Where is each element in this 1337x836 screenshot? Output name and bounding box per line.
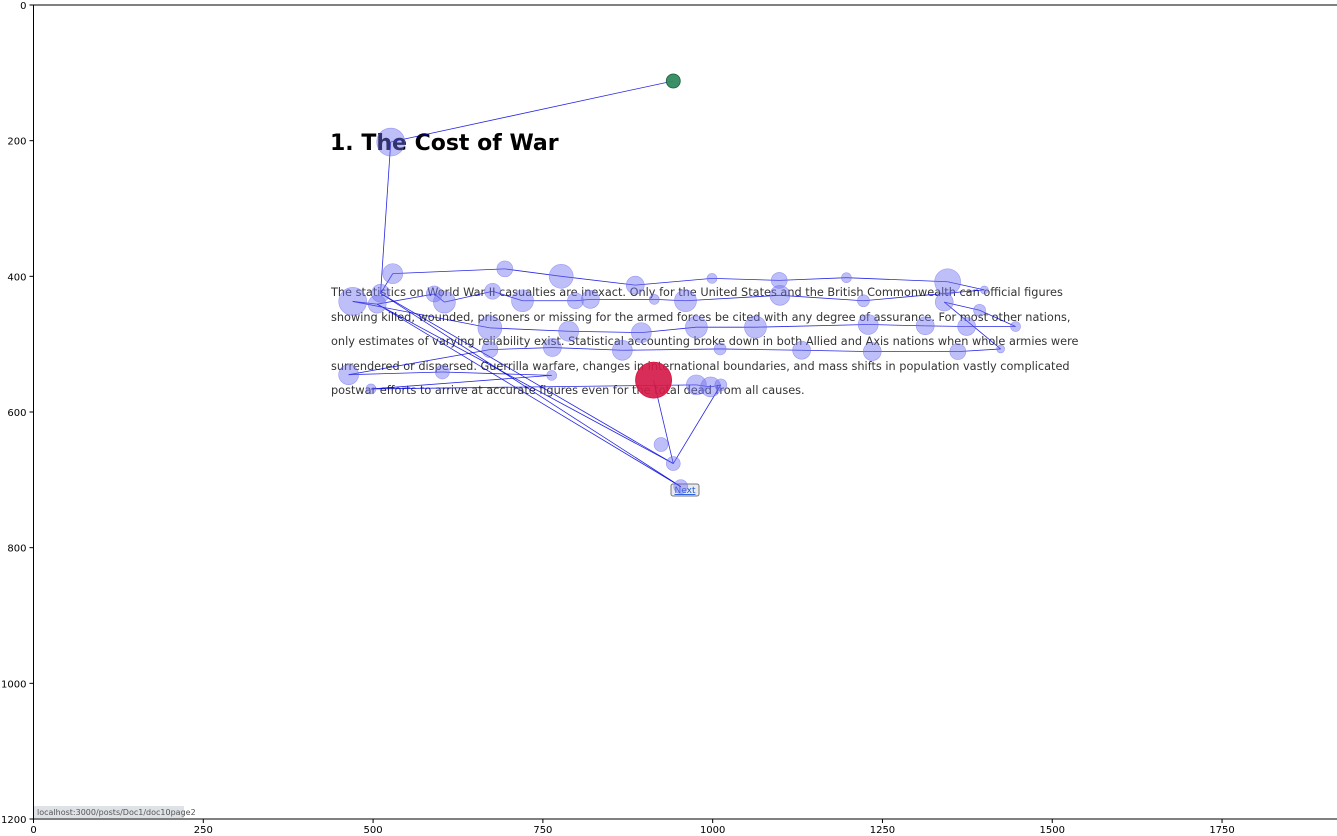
fixation-point — [665, 456, 681, 471]
x-tick-label: 1250 — [870, 825, 895, 836]
fixation-point — [973, 303, 986, 317]
fixation-point — [376, 127, 406, 157]
fixation-point — [496, 260, 514, 278]
fixation-point — [567, 292, 584, 310]
fixation-point — [685, 315, 708, 339]
fixation-point — [477, 315, 503, 341]
fixation-point — [484, 282, 501, 300]
fixation-point — [915, 316, 935, 336]
fixation-point — [857, 294, 870, 308]
fixation-point — [949, 343, 967, 360]
y-tick-label: 400 — [7, 272, 26, 283]
y-tick-label: 200 — [7, 137, 26, 148]
fixation-point — [558, 320, 579, 342]
fixation-point — [365, 383, 377, 395]
fixation-point — [511, 289, 534, 313]
fixation-point — [706, 273, 718, 284]
start-fixation-marker — [665, 73, 681, 89]
fixation-point — [648, 294, 660, 305]
paragraph-line: postwar efforts to arrive at accurate fi… — [331, 384, 805, 397]
fixation-point — [957, 317, 976, 336]
y-tick-label: 1200 — [1, 815, 26, 826]
y-tick-label: 0 — [20, 1, 26, 12]
status-url: localhost:3000/posts/Doc1/doc10page2 — [37, 808, 196, 817]
y-tick-label: 600 — [7, 408, 26, 419]
fixation-point — [744, 315, 767, 339]
x-tick-label: 0 — [30, 825, 36, 836]
end-fixation-marker — [635, 361, 672, 399]
fixation-point — [714, 378, 728, 392]
fixation-point — [1010, 321, 1021, 332]
x-tick-label: 250 — [194, 825, 213, 836]
fixation-point — [673, 479, 689, 494]
fixation-point — [631, 322, 652, 343]
fixation-point — [543, 338, 562, 357]
fixation-point — [338, 287, 368, 316]
fixation-point — [674, 289, 697, 313]
fixation-point — [581, 290, 600, 309]
x-tick-label: 1000 — [700, 825, 725, 836]
fixation-point — [435, 364, 450, 380]
fixation-point — [934, 268, 961, 296]
fixation-point — [433, 290, 456, 314]
y-tick-label: 800 — [7, 544, 26, 555]
fixation-point — [857, 314, 879, 335]
fixation-point — [338, 364, 359, 385]
y-tick-label: 1000 — [1, 679, 26, 690]
x-tick-label: 1500 — [1040, 825, 1065, 836]
fixation-point — [548, 264, 574, 289]
fixation-point — [934, 292, 954, 312]
page-title: 1. The Cost of War — [330, 131, 559, 156]
fixation-point — [862, 342, 882, 361]
fixation-point — [367, 294, 387, 314]
paragraph-line: only estimates of varying reliability ex… — [331, 335, 1078, 348]
x-tick-label: 1750 — [1209, 825, 1234, 836]
fixation-point — [769, 285, 791, 306]
fixation-point — [382, 263, 404, 284]
fixation-point — [612, 339, 633, 361]
x-tick-label: 750 — [533, 825, 552, 836]
fixation-point — [481, 341, 499, 358]
x-tick-label: 500 — [364, 825, 383, 836]
status-bar: localhost:3000/posts/Doc1/doc10page2 — [34, 806, 196, 818]
fixation-point — [980, 285, 989, 295]
fixation-point — [713, 342, 727, 356]
fixation-point — [996, 344, 1005, 354]
fixation-point — [792, 340, 811, 360]
fixation-point — [653, 437, 669, 452]
fixation-point — [546, 370, 558, 381]
scanpath-figure: 1. The Cost of War The statistics on Wor… — [0, 0, 1337, 836]
fixation-point — [841, 272, 852, 283]
fixation-point — [625, 275, 645, 295]
figure-background — [0, 0, 1337, 836]
